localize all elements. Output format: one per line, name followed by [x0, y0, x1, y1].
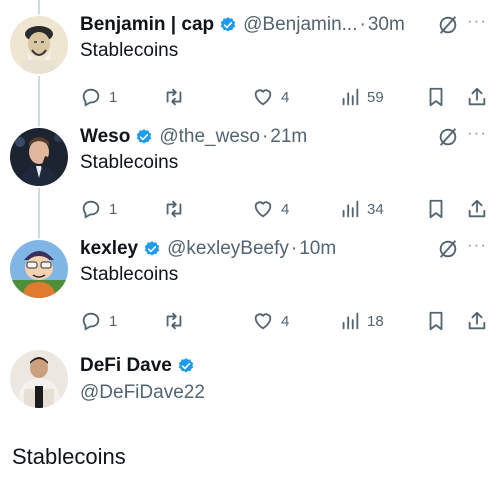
reply-count: 1 — [109, 312, 118, 330]
tweet-text: Stablecoins — [80, 264, 179, 285]
bookmark-button[interactable] — [426, 306, 446, 336]
tweet-3[interactable]: kexley @kexleyBeefy · 10m ··· Stablecoin… — [0, 236, 500, 336]
reply-icon — [82, 312, 100, 331]
verified-badge-icon — [177, 357, 195, 375]
like-icon — [254, 201, 272, 218]
reply-button[interactable]: 1 — [80, 82, 117, 112]
main-tweet-author: DeFi Dave — [80, 355, 195, 377]
like-count: 4 — [281, 200, 290, 218]
avatar[interactable] — [10, 128, 68, 186]
retweet-button[interactable] — [162, 82, 186, 112]
views-count: 34 — [367, 200, 384, 218]
tweet-text: Stablecoins — [80, 152, 179, 173]
more-icon[interactable]: ··· — [467, 12, 491, 34]
tweet-1[interactable]: Benjamin | cap @Benjamin... · 30m ··· St… — [0, 12, 500, 112]
timestamp[interactable]: 21m — [270, 126, 307, 148]
handle[interactable]: @kexleyBeefy — [167, 238, 289, 260]
retweet-icon — [166, 200, 182, 218]
like-button[interactable]: 4 — [252, 306, 289, 336]
main-tweet-text: Stablecoins — [12, 444, 126, 469]
retweet-button[interactable] — [162, 306, 186, 336]
verified-badge-icon — [135, 128, 153, 146]
views-count: 59 — [367, 88, 384, 106]
views-icon — [342, 200, 359, 218]
separator: · — [290, 238, 298, 259]
action-bar: 1 4 34 — [80, 194, 500, 224]
handle[interactable]: @DeFiDave22 — [80, 382, 205, 404]
handle[interactable]: @Benjamin... — [243, 14, 357, 36]
like-button[interactable]: 4 — [252, 194, 289, 224]
views-button[interactable]: 59 — [340, 82, 384, 112]
display-name[interactable]: kexley — [80, 238, 138, 260]
retweet-icon — [166, 312, 182, 330]
views-icon — [342, 88, 359, 106]
tweet-2[interactable]: Weso @the_weso · 21m ··· Stablecoins 1 4… — [0, 124, 500, 224]
tweet-text: Stablecoins — [80, 40, 179, 61]
action-bar: 1 4 18 — [80, 306, 500, 336]
reply-button[interactable]: 1 — [80, 306, 117, 336]
share-icon — [468, 87, 486, 106]
verified-badge-icon — [143, 240, 161, 258]
views-button[interactable]: 18 — [340, 306, 384, 336]
share-icon — [468, 199, 486, 218]
bookmark-icon — [429, 311, 443, 331]
avatar[interactable] — [10, 240, 68, 298]
bookmark-icon — [429, 87, 443, 107]
grok-icon[interactable] — [437, 126, 459, 148]
reply-button[interactable]: 1 — [80, 194, 117, 224]
avatar[interactable] — [10, 350, 68, 408]
more-icon[interactable]: ··· — [467, 236, 491, 258]
retweet-button[interactable] — [162, 194, 186, 224]
more-icon[interactable]: ··· — [467, 124, 491, 146]
views-icon — [342, 312, 359, 330]
separator: · — [359, 14, 366, 35]
action-bar: 1 4 59 — [80, 82, 500, 112]
reply-icon — [82, 200, 100, 219]
share-button[interactable] — [466, 82, 488, 112]
share-icon — [468, 311, 486, 330]
avatar[interactable] — [10, 16, 68, 74]
views-button[interactable]: 34 — [340, 194, 384, 224]
timestamp[interactable]: 30m — [368, 14, 405, 36]
share-button[interactable] — [466, 306, 488, 336]
verified-badge-icon — [219, 16, 237, 34]
views-count: 18 — [367, 312, 384, 330]
share-button[interactable] — [466, 194, 488, 224]
reply-count: 1 — [109, 88, 118, 106]
display-name[interactable]: DeFi Dave — [80, 355, 172, 377]
separator: · — [261, 126, 269, 147]
like-icon — [254, 313, 272, 330]
reply-icon — [82, 88, 100, 107]
retweet-icon — [166, 88, 182, 106]
handle[interactable]: @the_weso — [159, 126, 260, 148]
timestamp[interactable]: 10m — [299, 238, 336, 260]
like-button[interactable]: 4 — [252, 82, 289, 112]
bookmark-icon — [429, 199, 443, 219]
display-name[interactable]: Benjamin | cap — [80, 14, 214, 36]
bookmark-button[interactable] — [426, 82, 446, 112]
like-icon — [254, 89, 272, 106]
like-count: 4 — [281, 312, 290, 330]
grok-icon[interactable] — [437, 14, 459, 36]
like-count: 4 — [281, 88, 290, 106]
grok-icon[interactable] — [437, 238, 459, 260]
reply-count: 1 — [109, 200, 118, 218]
bookmark-button[interactable] — [426, 194, 446, 224]
display-name[interactable]: Weso — [80, 126, 130, 148]
